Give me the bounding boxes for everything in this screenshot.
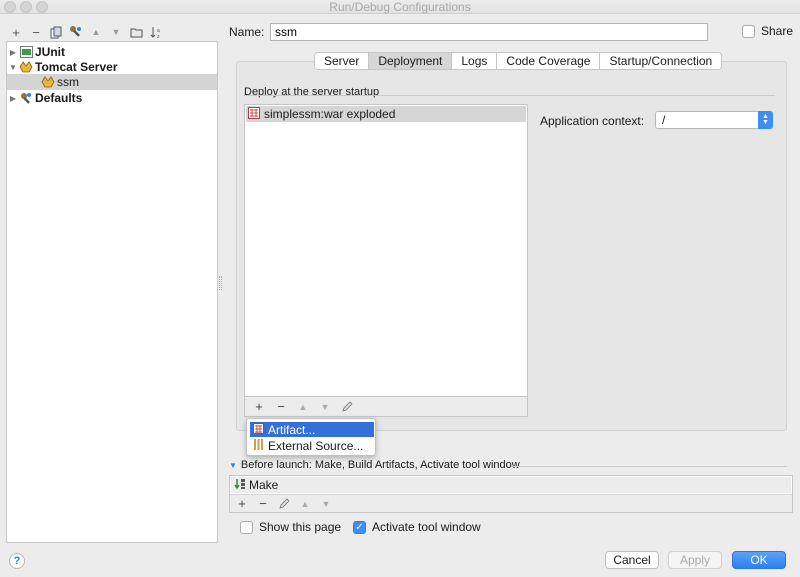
splitter-handle[interactable] — [219, 276, 222, 290]
arrow-down-icon[interactable]: ▼ — [316, 495, 336, 513]
arrow-up-icon[interactable]: ▲ — [86, 22, 106, 42]
share-checkbox[interactable]: Share — [742, 24, 793, 38]
activate-tool-window-checkbox[interactable]: ✓ Activate tool window — [353, 520, 481, 534]
wrench-icon[interactable] — [66, 22, 86, 42]
remove-icon[interactable]: − — [271, 398, 291, 416]
tab-server[interactable]: Server — [315, 53, 370, 69]
deploy-section-label: Deploy at the server startup — [244, 86, 380, 98]
artifact-icon — [248, 106, 260, 122]
menu-item-label: Artifact... — [268, 422, 316, 437]
menu-item-artifact[interactable]: Artifact... — [250, 422, 374, 437]
app-context-value: / — [662, 113, 666, 127]
add-popup-menu: Artifact... External Source... — [246, 418, 376, 456]
name-label: Name: — [229, 25, 265, 39]
tree-node-label: JUnit — [35, 45, 65, 59]
arrow-up-icon[interactable]: ▲ — [293, 398, 313, 416]
arrow-down-icon[interactable]: ▼ — [106, 22, 126, 42]
before-launch-item-label: Make — [249, 478, 279, 492]
pencil-icon[interactable] — [337, 398, 357, 416]
show-page-checkbox[interactable]: Show this page — [240, 520, 341, 534]
activate-label: Activate tool window — [372, 520, 481, 534]
pencil-icon[interactable] — [274, 495, 294, 513]
configuration-tree: ▶ JUnit ▼ Tomcat Server ssm ▶ Defaults — [6, 41, 218, 543]
tree-node-ssm[interactable]: ssm — [7, 74, 217, 90]
tree-node-label: ssm — [57, 75, 79, 89]
before-launch-label: Before launch: Make, Build Artifacts, Ac… — [240, 459, 520, 471]
name-field[interactable] — [270, 23, 708, 41]
checkmark-icon[interactable]: ✓ — [353, 520, 366, 534]
apply-button[interactable]: Apply — [668, 551, 722, 569]
list-item[interactable]: simplessm:war exploded — [246, 106, 526, 122]
remove-icon[interactable]: − — [253, 495, 273, 513]
expanded-arrow-icon[interactable]: ▼ — [7, 63, 19, 72]
tree-node-label: Defaults — [35, 91, 83, 105]
external-source-icon — [253, 438, 264, 453]
remove-icon[interactable]: − — [26, 22, 46, 42]
before-launch-list[interactable]: Make + − ▲ ▼ — [229, 475, 793, 513]
tree-node-label: Tomcat Server — [35, 60, 118, 74]
arrow-up-icon[interactable]: ▲ — [295, 495, 315, 513]
show-page-label: Show this page — [259, 520, 342, 534]
wrench-icon — [19, 92, 33, 104]
list-item[interactable]: Make — [231, 477, 791, 493]
config-tabs: Server Deployment Logs Code Coverage Sta… — [314, 52, 723, 70]
cancel-button[interactable]: Cancel — [605, 551, 659, 569]
svg-text:z: z — [157, 34, 160, 39]
tomcat-icon — [19, 61, 33, 73]
window-title: Run/Debug Configurations — [329, 0, 471, 14]
deploy-item-label: simplessm:war exploded — [264, 107, 396, 121]
tomcat-icon — [41, 76, 55, 88]
tab-logs[interactable]: Logs — [452, 53, 498, 69]
folder-icon[interactable] — [126, 22, 146, 42]
junit-icon — [19, 46, 33, 58]
divider — [511, 466, 787, 467]
config-toolbar: + − ▲ ▼ az — [6, 22, 166, 42]
deploy-list-toolbar: + − ▲ ▼ — [244, 397, 528, 417]
tree-node-defaults[interactable]: ▶ Defaults — [7, 90, 217, 106]
app-context-select[interactable]: / ▲ ▼ — [655, 111, 773, 129]
share-checkbox-box[interactable] — [742, 24, 755, 38]
deploy-list[interactable]: simplessm:war exploded — [244, 104, 528, 397]
add-icon[interactable]: + — [249, 398, 269, 416]
add-icon[interactable]: + — [6, 22, 26, 42]
tree-node-tomcat[interactable]: ▼ Tomcat Server — [7, 59, 217, 75]
copy-icon[interactable] — [46, 22, 66, 42]
tab-startup-connection[interactable]: Startup/Connection — [600, 53, 722, 69]
share-label: Share — [761, 24, 794, 38]
before-launch-toolbar: + − ▲ ▼ — [230, 494, 792, 512]
menu-item-label: External Source... — [268, 438, 364, 453]
before-launch-header[interactable]: ▼ Before launch: Make, Build Artifacts, … — [229, 459, 520, 471]
tree-node-junit[interactable]: ▶ JUnit — [7, 44, 217, 60]
tab-code-coverage[interactable]: Code Coverage — [497, 53, 601, 69]
divider — [244, 95, 775, 96]
app-context-label: Application context: — [540, 114, 645, 128]
add-icon[interactable]: + — [232, 495, 252, 513]
arrow-down-icon[interactable]: ▼ — [315, 398, 335, 416]
ok-button[interactable]: OK — [732, 551, 786, 569]
help-button[interactable]: ? — [9, 553, 25, 569]
menu-item-external-source[interactable]: External Source... — [250, 438, 374, 453]
artifact-icon — [253, 422, 264, 437]
collapsed-arrow-icon[interactable]: ▶ — [7, 48, 19, 57]
sort-icon[interactable]: az — [146, 22, 166, 42]
dropdown-arrow-icon[interactable]: ▲ ▼ — [758, 111, 773, 129]
collapsed-arrow-icon[interactable]: ▶ — [7, 94, 19, 103]
make-icon — [234, 478, 246, 493]
title-bar: Run/Debug Configurations — [0, 0, 800, 14]
expanded-arrow-icon[interactable]: ▼ — [229, 461, 237, 470]
tab-deployment[interactable]: Deployment — [369, 53, 453, 69]
show-page-checkbox-box[interactable] — [240, 520, 253, 534]
